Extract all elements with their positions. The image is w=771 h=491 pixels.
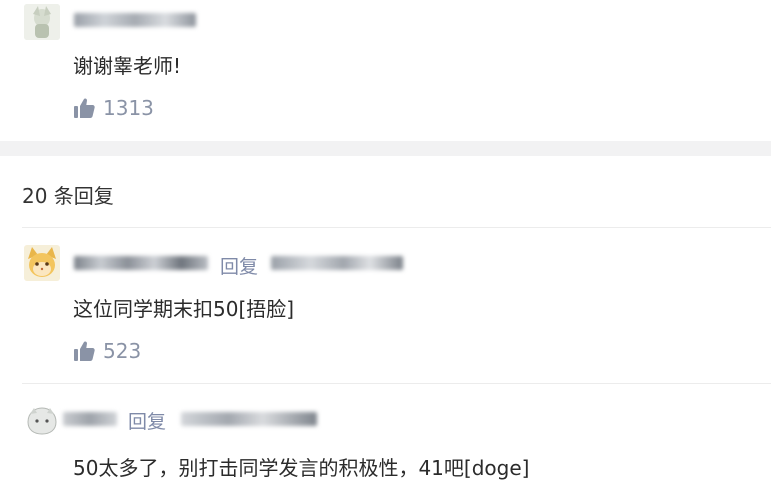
reply-count-header: 20 条回复 (22, 184, 114, 208)
thumbs-up-icon (74, 341, 95, 361)
divider (22, 227, 771, 228)
reply-target-blurred[interactable] (271, 256, 403, 270)
divider (22, 383, 771, 384)
avatar[interactable] (24, 245, 60, 281)
thumbs-up-icon (74, 98, 95, 118)
like-count: 523 (103, 339, 142, 363)
reply-text: 50太多了，别打击同学发言的积极性，41吧[doge] (73, 456, 530, 480)
username-blurred[interactable] (74, 256, 208, 270)
like-button[interactable]: 523 (74, 339, 141, 363)
reply-text: 这位同学期末扣50[捂脸] (73, 297, 295, 321)
reply-target-blurred[interactable] (181, 412, 317, 426)
comment-text: 谢谢睾老师! (73, 54, 182, 78)
avatar[interactable] (24, 4, 60, 40)
like-button[interactable]: 1313 (74, 96, 154, 120)
reply-link[interactable]: 回复 (220, 252, 258, 279)
reply-link[interactable]: 回复 (128, 407, 166, 434)
like-count: 1313 (103, 96, 154, 120)
avatar[interactable] (24, 404, 60, 438)
section-separator (0, 141, 771, 156)
username-blurred[interactable] (74, 13, 196, 27)
username-blurred[interactable] (63, 412, 117, 426)
